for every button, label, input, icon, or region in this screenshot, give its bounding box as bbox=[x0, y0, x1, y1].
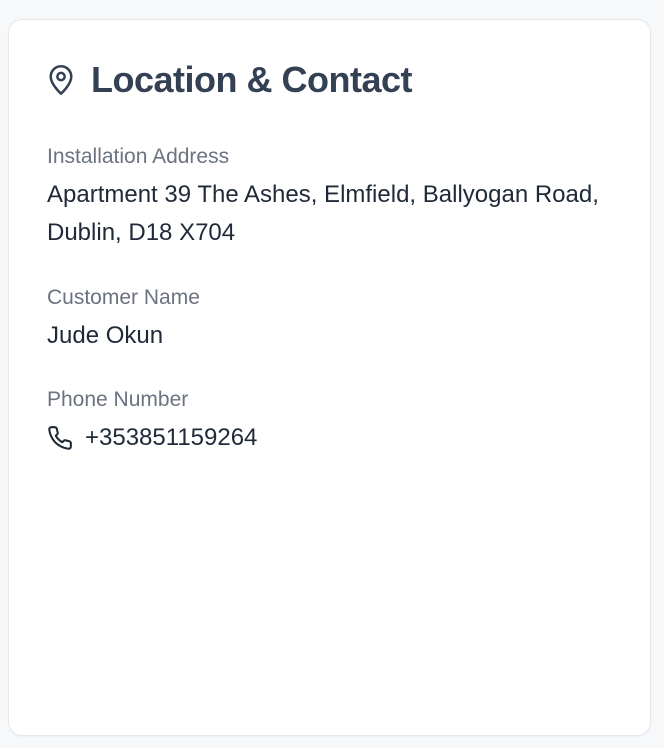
card-title: Location & Contact bbox=[91, 59, 413, 100]
phone-icon bbox=[47, 425, 73, 451]
installation-address-field: Installation Address Apartment 39 The As… bbox=[47, 144, 607, 252]
map-pin-icon bbox=[47, 65, 75, 95]
customer-name-label: Customer Name bbox=[47, 286, 200, 309]
phone-number-value[interactable]: +353851159264 bbox=[85, 419, 257, 457]
installation-address-label: Installation Address bbox=[47, 145, 230, 168]
card-header: Location & Contact bbox=[47, 56, 413, 104]
phone-number-row[interactable]: +353851159264 bbox=[47, 419, 257, 457]
phone-number-field: Phone Number +353851159264 bbox=[47, 387, 257, 457]
customer-name-value: Jude Okun bbox=[47, 322, 164, 349]
customer-name-field: Customer Name Jude Okun bbox=[47, 285, 200, 355]
location-contact-card: Location & Contact Installation Address … bbox=[8, 19, 651, 736]
phone-number-label: Phone Number bbox=[47, 388, 189, 411]
installation-address-value: Apartment 39 The Ashes, Elmfield, Ballyo… bbox=[47, 181, 599, 246]
